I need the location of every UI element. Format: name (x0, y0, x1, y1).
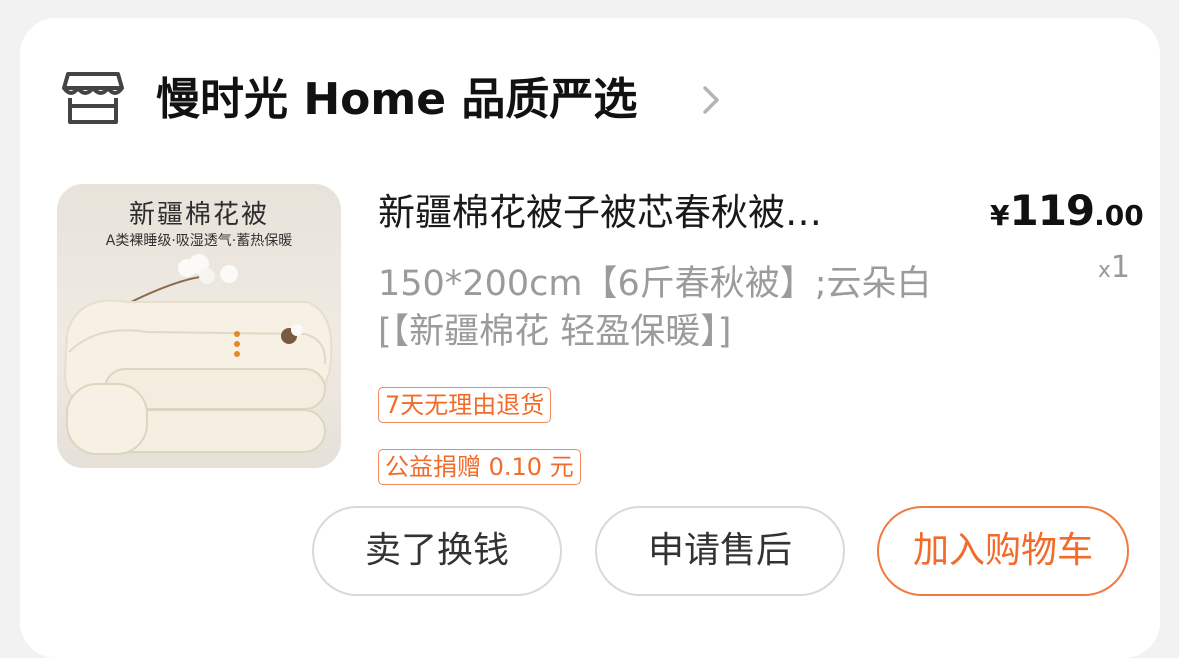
after-sale-button[interactable]: 申请售后 (595, 506, 845, 596)
sell-button[interactable]: 卖了换钱 (312, 506, 562, 596)
store-icon[interactable] (62, 70, 124, 126)
return-policy-tag: 7天无理由退货 (378, 387, 552, 423)
charity-donation-tag: 公益捐赠 0.10 元 (378, 449, 581, 485)
quilt-illustration (63, 254, 333, 455)
product-title[interactable]: 新疆棉花被子被芯春秋被… (378, 188, 938, 238)
order-card: 慢时光 Home 品质严选 新疆棉花被 A类裸睡级·吸湿透气·蓄热保暖 新疆棉花… (20, 18, 1160, 658)
price-currency: ¥ (990, 199, 1010, 232)
quantity-prefix: x (1097, 258, 1111, 283)
product-spec: 150*200cm【6斤春秋被】;云朵白[【新疆棉花 轻盈保暖】] (378, 264, 932, 352)
product-price: ¥119.00 (990, 186, 1144, 235)
product-image[interactable]: 新疆棉花被 A类裸睡级·吸湿透气·蓄热保暖 (57, 184, 341, 468)
store-name[interactable]: 慢时光 Home 品质严选 (156, 70, 637, 130)
product-quantity: x1 (1080, 250, 1130, 285)
add-to-cart-button[interactable]: 加入购物车 (877, 506, 1129, 596)
price-decimal: .00 (1094, 199, 1144, 232)
quantity-value: 1 (1110, 250, 1130, 285)
chevron-right-icon[interactable] (696, 80, 726, 120)
price-integer: 119 (1009, 186, 1095, 235)
